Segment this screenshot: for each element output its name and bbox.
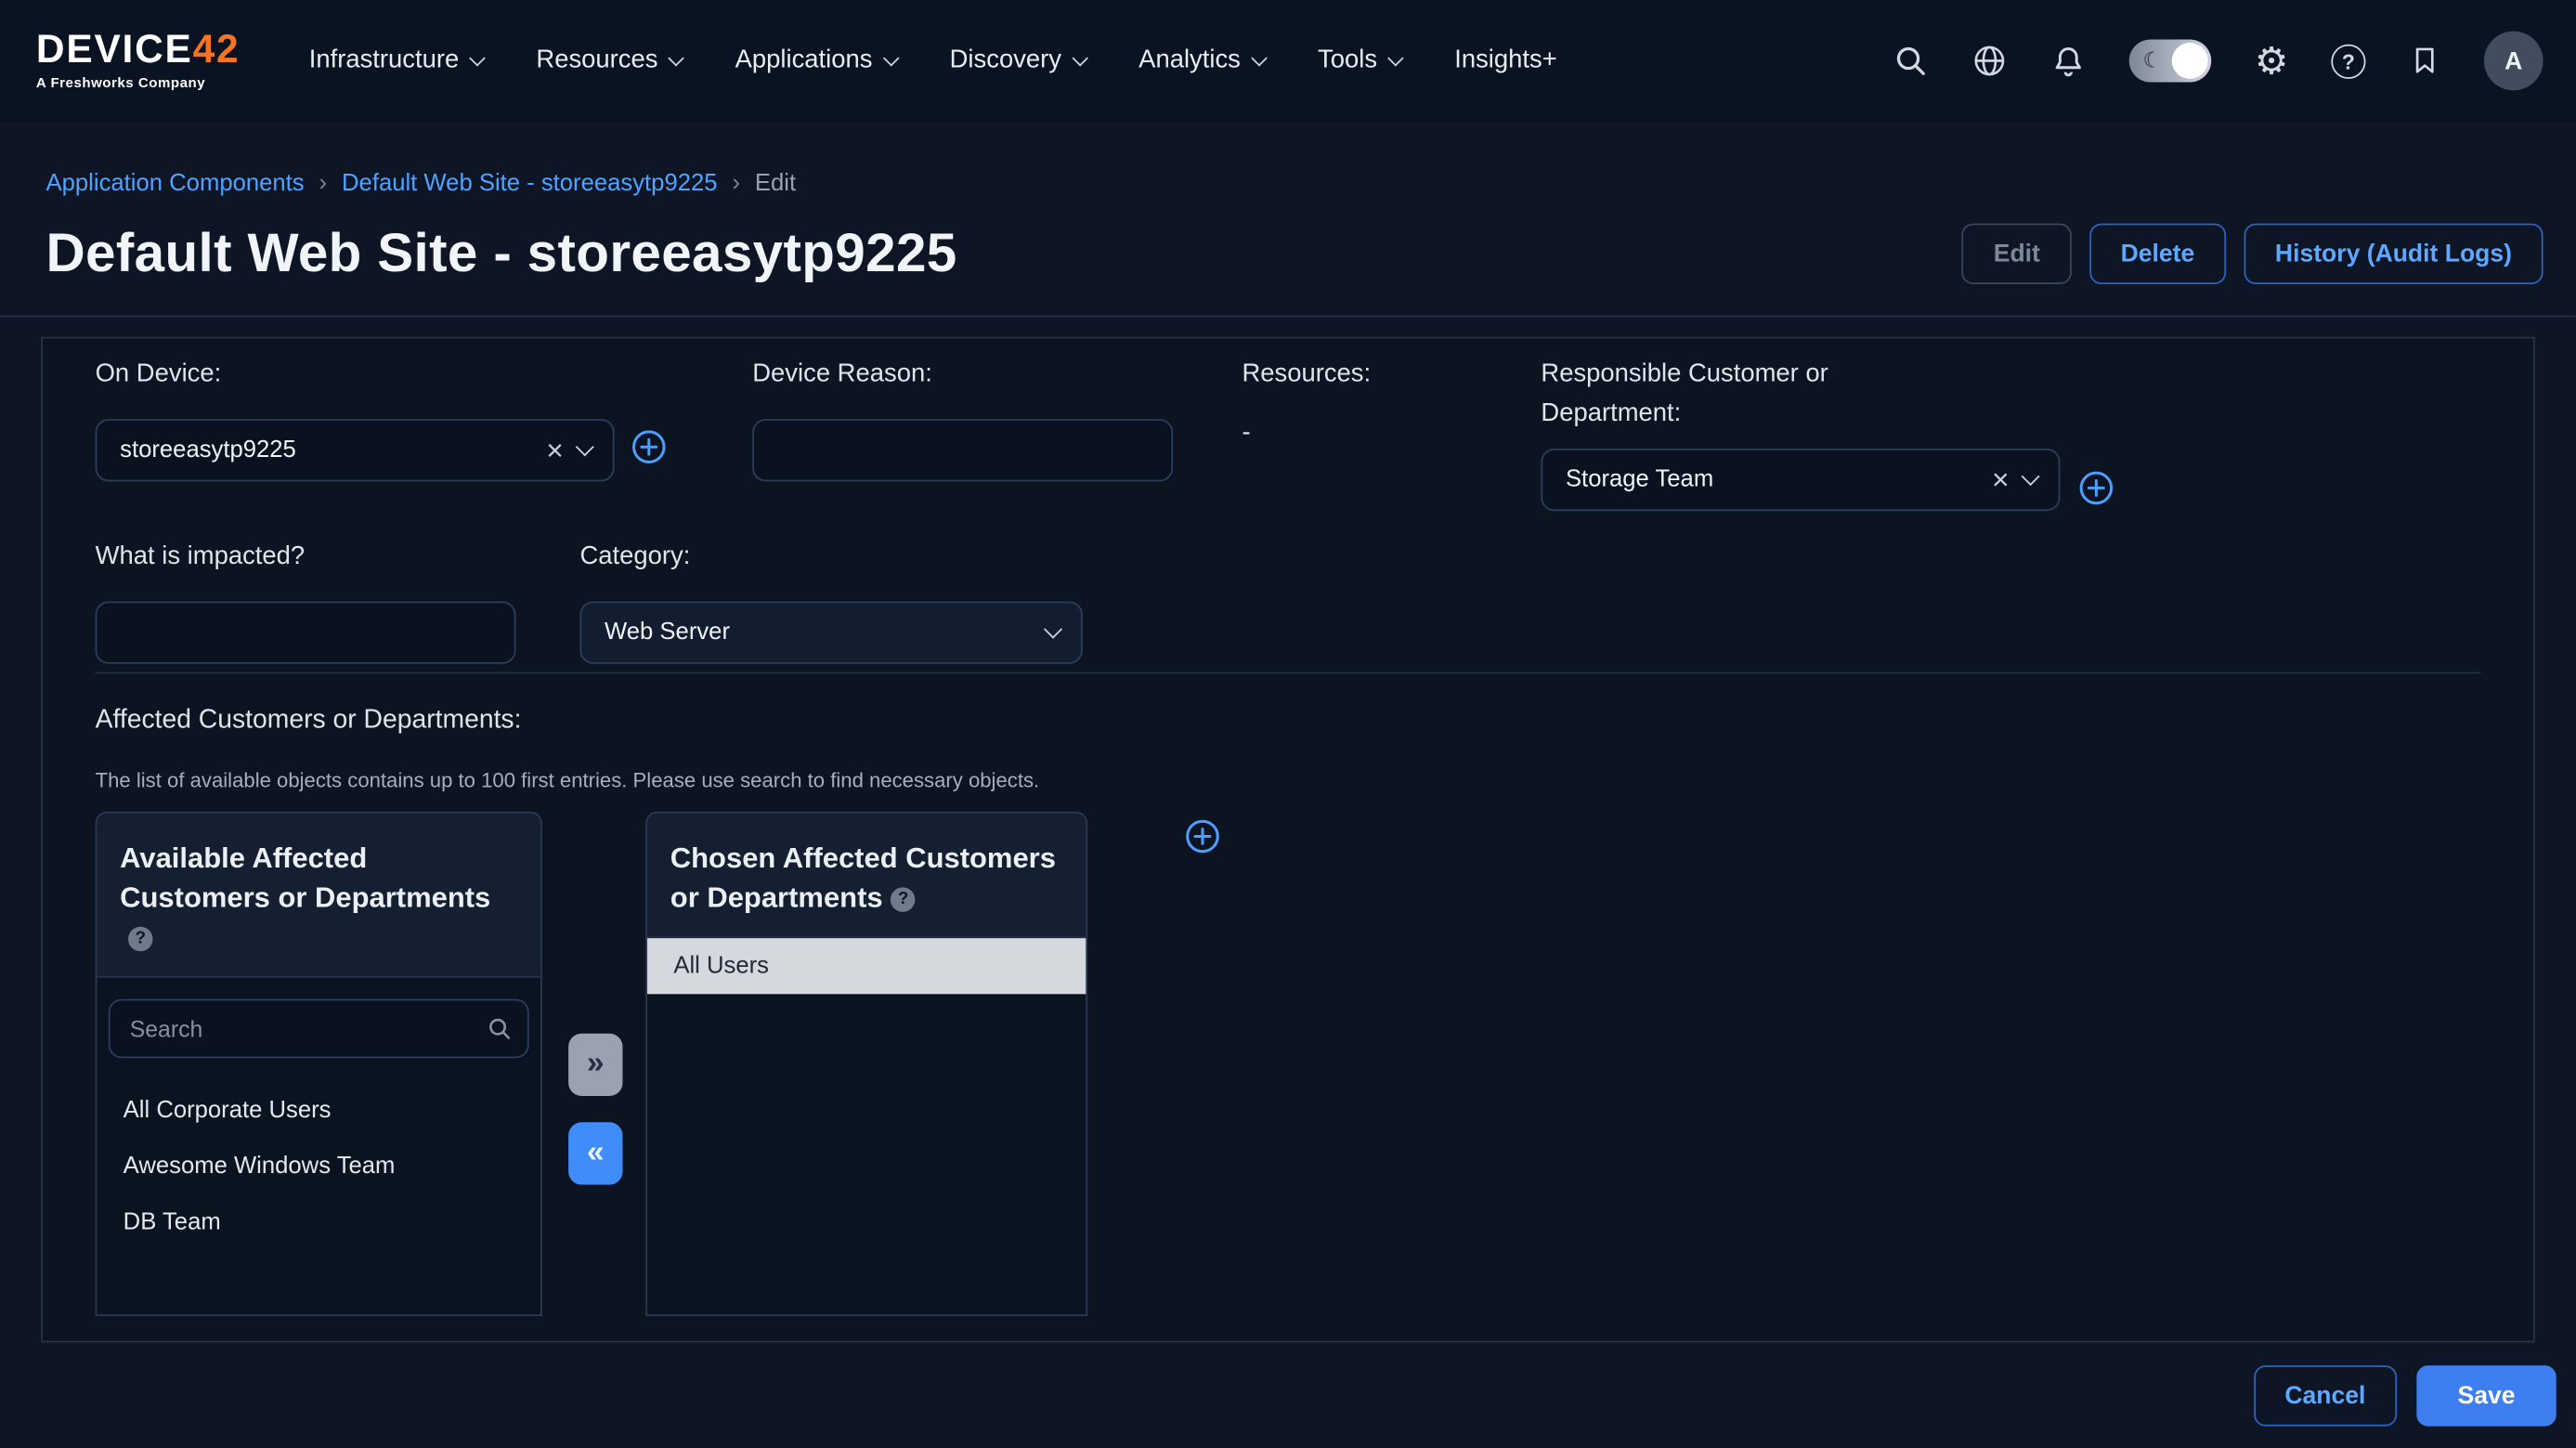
chevron-down-icon: [1388, 49, 1405, 66]
chevron-down-icon: [1073, 49, 1089, 66]
on-device-select[interactable]: storeeasytp9225 ×: [96, 419, 615, 481]
chosen-listbox-title: Chosen Affected Customers or Departments…: [647, 814, 1086, 939]
category-field: Category: Web Server: [579, 537, 1082, 663]
globe-icon[interactable]: [1972, 43, 2009, 79]
impacted-input[interactable]: [96, 602, 516, 664]
breadcrumb-component[interactable]: Default Web Site - storeeasytp9225: [342, 171, 717, 197]
chosen-list: All Users: [647, 939, 1086, 995]
resources-value: -: [1242, 419, 1250, 447]
navbar-icons: ☾ ⚙ ? A: [1893, 32, 2543, 91]
theme-toggle[interactable]: ☾: [2129, 39, 2211, 82]
nav-analytics[interactable]: Analytics: [1138, 46, 1265, 76]
nav-discovery[interactable]: Discovery: [950, 46, 1086, 76]
nav-applications[interactable]: Applications: [735, 46, 897, 76]
breadcrumb-separator: ›: [319, 171, 328, 197]
available-listbox-title: Available Affected Customers or Departme…: [97, 814, 540, 979]
breadcrumb-current: Edit: [755, 171, 796, 197]
logo-tagline: A Freshworks Company: [36, 74, 240, 91]
settings-gear-icon[interactable]: ⚙: [2255, 42, 2288, 80]
page-title: Default Web Site - storeeasytp9225: [46, 220, 957, 286]
chevron-down-icon: [576, 437, 594, 456]
category-select[interactable]: Web Server: [579, 602, 1082, 664]
impacted-field: What is impacted?: [96, 537, 516, 663]
device42-logo[interactable]: DEVICE42 A Freshworks Company: [36, 32, 240, 91]
chevron-down-icon: [1251, 49, 1268, 66]
toggle-knob: [2172, 43, 2208, 79]
category-label: Category:: [579, 537, 1082, 576]
cancel-button[interactable]: Cancel: [2254, 1364, 2397, 1425]
clear-icon[interactable]: ×: [546, 436, 564, 465]
search-icon: [487, 1016, 513, 1050]
nav-insights[interactable]: Insights+: [1454, 46, 1557, 76]
delete-button[interactable]: Delete: [2089, 223, 2226, 283]
list-item[interactable]: All Corporate Users: [97, 1084, 540, 1140]
user-avatar[interactable]: A: [2484, 32, 2543, 91]
page-header: Default Web Site - storeeasytp9225 Edit …: [46, 220, 2543, 286]
chevron-down-icon: [470, 49, 487, 66]
resources-label: Resources:: [1242, 355, 1371, 394]
logo-text: DEVICE42: [36, 32, 240, 71]
on-device-field: On Device: storeeasytp9225 ×: [96, 355, 615, 481]
moon-icon: ☾: [2143, 47, 2163, 73]
list-item[interactable]: DB Team: [97, 1195, 540, 1251]
list-item[interactable]: Awesome Windows Team: [97, 1140, 540, 1195]
nav-tools[interactable]: Tools: [1318, 46, 1402, 76]
available-list: All Corporate Users Awesome Windows Team…: [97, 1074, 540, 1251]
affected-hint: The list of available objects contains u…: [96, 769, 1040, 792]
move-left-button[interactable]: «: [568, 1122, 622, 1184]
help-icon[interactable]: ?: [2331, 44, 2365, 78]
header-divider: [0, 316, 2576, 318]
search-icon[interactable]: [1893, 43, 1930, 79]
responsible-select[interactable]: Storage Team ×: [1541, 449, 2060, 511]
device-reason-field: Device Reason:: [752, 355, 1173, 481]
history-audit-logs-button[interactable]: History (Audit Logs): [2244, 223, 2543, 283]
nav-resources[interactable]: Resources: [536, 46, 683, 76]
move-right-button[interactable]: »: [568, 1034, 622, 1096]
help-icon[interactable]: ?: [891, 887, 916, 912]
bookmark-icon[interactable]: [2409, 43, 2441, 79]
breadcrumb-separator: ›: [732, 171, 740, 197]
device-reason-label: Device Reason:: [752, 355, 1173, 394]
form-footer: Cancel Save: [0, 1342, 2576, 1447]
responsible-field: Responsible Customer or Department: Stor…: [1541, 355, 2060, 511]
chevron-down-icon: [883, 49, 900, 66]
help-icon[interactable]: ?: [128, 927, 153, 952]
responsible-label: Responsible Customer or Department:: [1541, 355, 1910, 434]
available-listbox: Available Affected Customers or Departme…: [96, 812, 542, 1316]
form-divider: [96, 672, 2481, 674]
on-device-label: On Device:: [96, 355, 615, 394]
chevron-down-icon: [2022, 467, 2040, 486]
affected-section-label: Affected Customers or Departments:: [96, 707, 522, 737]
breadcrumb: Application Components › Default Web Sit…: [46, 171, 2530, 197]
clear-icon[interactable]: ×: [1992, 465, 2010, 495]
chosen-listbox: Chosen Affected Customers or Departments…: [645, 812, 1087, 1316]
edit-button[interactable]: Edit: [1962, 223, 2071, 283]
header-actions: Edit Delete History (Audit Logs): [1962, 223, 2543, 283]
available-search: [97, 978, 540, 1074]
main-nav: Infrastructure Resources Applications Di…: [309, 46, 1557, 76]
available-search-input[interactable]: [109, 999, 529, 1059]
impacted-label: What is impacted?: [96, 537, 516, 576]
device-reason-input[interactable]: [752, 419, 1173, 481]
add-affected-button[interactable]: [1185, 818, 1221, 863]
chevron-down-icon: [1044, 620, 1062, 639]
notifications-bell-icon[interactable]: [2051, 43, 2088, 79]
edit-form-panel: On Device: storeeasytp9225 × Device Reas…: [41, 337, 2534, 1343]
nav-infrastructure[interactable]: Infrastructure: [309, 46, 484, 76]
breadcrumb-application-components[interactable]: Application Components: [46, 171, 305, 197]
add-customer-button[interactable]: [2078, 470, 2114, 515]
add-device-button[interactable]: [631, 429, 667, 474]
device42-app: DEVICE42 A Freshworks Company Infrastruc…: [0, 0, 2576, 1446]
resources-field: Resources: -: [1242, 355, 1371, 449]
save-button[interactable]: Save: [2416, 1364, 2556, 1425]
top-navbar: DEVICE42 A Freshworks Company Infrastruc…: [0, 0, 2576, 122]
chevron-down-icon: [669, 49, 685, 66]
list-item-selected[interactable]: All Users: [647, 939, 1086, 995]
